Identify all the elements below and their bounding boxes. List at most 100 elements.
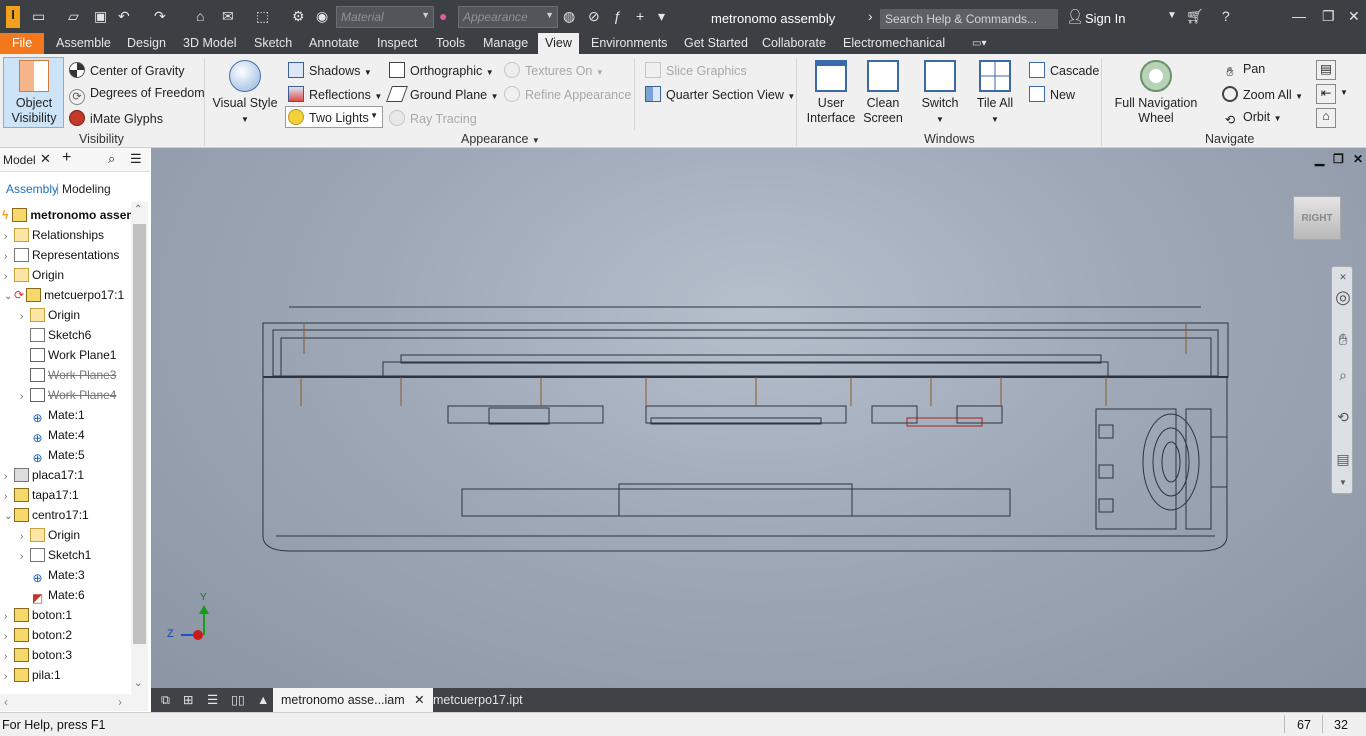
tree-item[interactable]: ⊕ Mate:4 — [30, 425, 85, 445]
full-navigation-wheel-button[interactable]: Full Navigation Wheel — [1110, 60, 1202, 126]
tree-item[interactable]: › boton:2 — [4, 625, 72, 645]
tree-item[interactable]: › Origin — [4, 265, 64, 285]
help-icon[interactable]: ? — [1222, 8, 1230, 24]
zoom-all-button[interactable]: Zoom All ▼ — [1222, 86, 1303, 102]
chevron-down-icon[interactable]: ▼ — [1167, 8, 1177, 24]
user-interface-button[interactable]: User Interface — [806, 60, 856, 126]
tree-item[interactable]: ⊕ Mate:1 — [30, 405, 85, 425]
material-dropdown[interactable]: Material ▼ — [336, 6, 434, 28]
tree-item[interactable]: › tapa17:1 — [4, 485, 79, 505]
redo-icon[interactable]: ↷ — [154, 8, 166, 24]
tab-collaborate[interactable]: Collaborate — [758, 33, 830, 54]
plus-icon[interactable]: + — [636, 8, 644, 24]
search-icon[interactable]: ⌕ — [108, 151, 115, 167]
ribbon-options-icon[interactable]: ▭▾ — [968, 33, 990, 54]
look-at-icon[interactable]: ▤ — [1335, 451, 1351, 467]
center-of-gravity-button[interactable]: Center of Gravity — [69, 62, 184, 78]
tab-inspect[interactable]: Inspect — [373, 33, 421, 54]
tree-item[interactable]: › Relationships — [4, 225, 104, 245]
ray-tracing-button[interactable]: Ray Tracing — [389, 110, 477, 126]
tree-item-root[interactable]: ϟ metronomo assembly — [2, 205, 131, 225]
restore-icon[interactable]: ❐ — [1322, 8, 1335, 24]
appearance-sphere-icon[interactable]: ● — [439, 8, 447, 24]
tree-item[interactable]: ⌄ centro17:1 — [4, 505, 89, 525]
browser-vertical-scrollbar[interactable]: ⌃ ⌄ — [131, 202, 148, 694]
user-icon[interactable]: 👤︎ — [1066, 8, 1084, 24]
tree-item[interactable]: ⌄ ⟳ metcuerpo17:1 — [4, 285, 124, 305]
return-icon[interactable]: ✉ — [222, 8, 234, 24]
scroll-thumb[interactable] — [133, 224, 146, 644]
sign-in-link[interactable]: Sign In — [1085, 11, 1125, 26]
clean-screen-button[interactable]: Clean Screen — [860, 60, 906, 126]
chevron-down-icon[interactable]: ▼ — [1340, 88, 1348, 97]
app-logo[interactable]: I — [6, 6, 20, 28]
close-icon[interactable]: ✕ — [414, 693, 424, 707]
ground-plane-button[interactable]: Ground Plane ▼ — [386, 86, 499, 102]
look-at-button[interactable]: ▤ — [1316, 60, 1336, 80]
refine-appearance-button[interactable]: Refine Appearance — [504, 86, 631, 102]
add-browser-icon[interactable]: + — [62, 149, 71, 167]
tab-assemble[interactable]: Assemble — [52, 33, 115, 54]
close-icon[interactable]: ✕ — [1348, 8, 1360, 24]
shadows-button[interactable]: Shadows ▼ — [288, 62, 372, 78]
tab-sketch[interactable]: Sketch — [250, 33, 296, 54]
tree-item[interactable]: › Origin — [20, 305, 80, 325]
undo-icon[interactable]: ↶ — [118, 8, 130, 24]
search-input[interactable]: Search Help & Commands... — [880, 9, 1058, 29]
tab-tools[interactable]: Tools — [432, 33, 469, 54]
scroll-down-icon[interactable]: ⌄ — [134, 678, 142, 689]
menu-icon[interactable]: ☰ — [130, 151, 142, 167]
tab-manage[interactable]: Manage — [479, 33, 532, 54]
browser-horizontal-scrollbar[interactable]: ‹ › — [0, 694, 148, 711]
tree-item[interactable]: Sketch6 — [30, 325, 91, 345]
tab-electromechanical[interactable]: Electromechanical — [839, 33, 949, 54]
reflections-button[interactable]: Reflections ▼ — [288, 86, 382, 102]
customize-icon[interactable]: ▾ — [658, 8, 665, 24]
object-visibility-button[interactable]: Object Visibility — [8, 60, 60, 126]
modeling-mode-link[interactable]: Modeling — [62, 182, 111, 196]
tile-all-button[interactable]: Tile All ▼ — [972, 60, 1018, 127]
slice-graphics-button[interactable]: Slice Graphics — [645, 62, 747, 78]
tab-file[interactable]: File — [0, 33, 45, 54]
scroll-up-icon[interactable]: ⌃ — [134, 204, 142, 215]
new-file-icon[interactable]: ▭ — [32, 8, 45, 24]
tab-annotate[interactable]: Annotate — [305, 33, 363, 54]
switch-button[interactable]: Switch ▼ — [916, 60, 964, 127]
degrees-of-freedom-button[interactable]: ⟳ Degrees of Freedom — [69, 86, 205, 105]
orbit-button[interactable]: ⟲ Orbit ▼ — [1222, 110, 1282, 128]
expand-search-icon[interactable]: › — [868, 8, 873, 24]
tree-item[interactable]: › boton:3 — [4, 645, 72, 665]
appearance-panel-label[interactable]: Appearance ▼ — [461, 132, 540, 146]
tab-3d-model[interactable]: 3D Model — [179, 33, 241, 54]
tree-item[interactable]: › boton:1 — [4, 605, 72, 625]
cart-icon[interactable]: 🛒︎ — [1186, 8, 1204, 24]
new-window-button[interactable]: New — [1029, 86, 1075, 102]
model-tab[interactable]: Model — [3, 153, 36, 167]
home-icon[interactable]: ⌂ — [196, 8, 204, 24]
chevron-down-icon[interactable]: ▼ — [1335, 475, 1351, 491]
select-icon[interactable]: ⬚ — [256, 8, 269, 24]
orbit-icon[interactable]: ⟲ — [1335, 409, 1351, 425]
tab-environments[interactable]: Environments — [587, 33, 671, 54]
tree-item[interactable]: › Representations — [4, 245, 119, 265]
cascade-button[interactable]: Cascade — [1029, 62, 1099, 78]
update-icon[interactable]: ⚙ — [292, 8, 305, 24]
save-icon[interactable]: ▣ — [94, 8, 107, 24]
tree-item[interactable]: › Work Plane4 — [20, 385, 116, 405]
clear-appearance-icon[interactable]: ⊘ — [588, 8, 600, 24]
tree-item[interactable]: › Origin — [20, 525, 80, 545]
appearance-dropdown[interactable]: Appearance ▼ — [458, 6, 558, 28]
home-view-button[interactable]: ⌂ — [1316, 108, 1336, 128]
open-folder-icon[interactable]: ▱ — [68, 8, 79, 24]
tree-item[interactable]: ⊕ Mate:3 — [30, 565, 85, 585]
assembly-mode-link[interactable]: Assembly — [6, 182, 58, 196]
close-icon[interactable]: ✕ — [1335, 269, 1351, 285]
steering-wheel-icon[interactable]: ◎ — [1335, 288, 1351, 306]
document-tab-assembly[interactable]: metronomo asse...iam ✕ — [273, 688, 433, 712]
zoom-icon[interactable]: ⌕ — [1335, 367, 1351, 383]
imate-glyphs-button[interactable]: iMate Glyphs — [69, 110, 163, 126]
tree-item[interactable]: Work Plane3 — [30, 365, 116, 385]
tree-item[interactable]: › Sketch1 — [20, 545, 91, 565]
quarter-section-view-button[interactable]: Quarter Section View ▼ — [645, 86, 795, 102]
metronome-wireframe[interactable] — [151, 148, 1366, 688]
